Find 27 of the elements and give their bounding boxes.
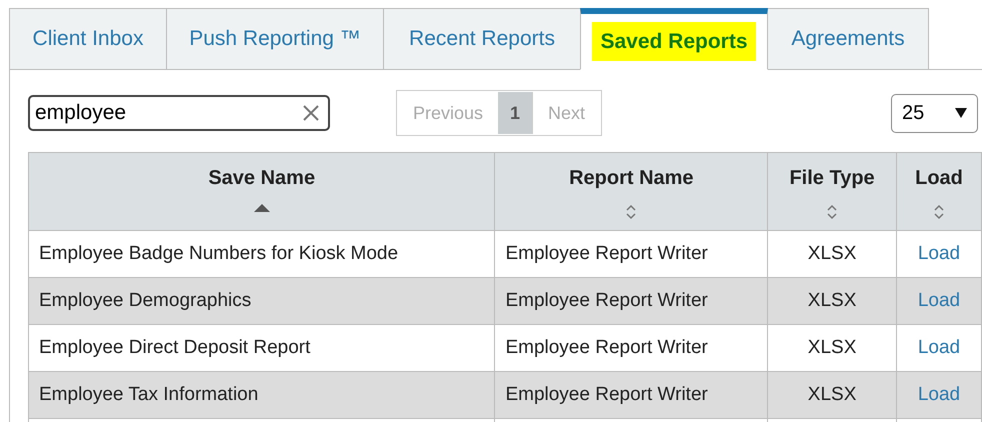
tab[interactable]: Saved Reports <box>580 8 768 70</box>
tab[interactable]: Agreements <box>767 8 929 70</box>
sort-icon[interactable] <box>933 203 945 221</box>
table-cell: XLSX <box>808 242 856 264</box>
table-cell: Employee Direct Deposit Report <box>39 336 310 358</box>
column-header[interactable]: Save Name <box>28 152 495 230</box>
table-cell: XLSX <box>808 290 856 311</box>
table-cell: Employee Report Writer <box>505 242 708 264</box>
table-cell: Employee Report Writer <box>505 336 708 358</box>
sort-icon[interactable] <box>625 203 638 221</box>
table-cell: XLSX <box>808 384 856 405</box>
clear-icon[interactable] <box>302 104 320 122</box>
tab[interactable]: Push Reporting ™ <box>166 8 384 70</box>
dropdown-arrow-icon <box>955 108 967 118</box>
sort-icon[interactable] <box>826 203 838 221</box>
table-cell: Employee Badge Numbers for Kiosk Mode <box>39 242 398 264</box>
table-cell: Employee Report Writer <box>505 290 708 311</box>
sort-ascending-icon[interactable] <box>252 203 272 213</box>
search-field[interactable]: employee <box>28 95 330 131</box>
tab[interactable]: Recent Reports <box>383 8 581 70</box>
table-cell: Employee Tax Information <box>39 384 258 405</box>
table-cell: XLSX <box>808 336 856 358</box>
tab[interactable]: Client Inbox <box>9 8 167 70</box>
page-button[interactable]: 1 <box>498 92 532 134</box>
table-cell: Employee Report Writer <box>505 384 708 405</box>
table-cell: Employee Demographics <box>39 290 252 311</box>
page-size-select[interactable]: 25 <box>891 94 978 132</box>
